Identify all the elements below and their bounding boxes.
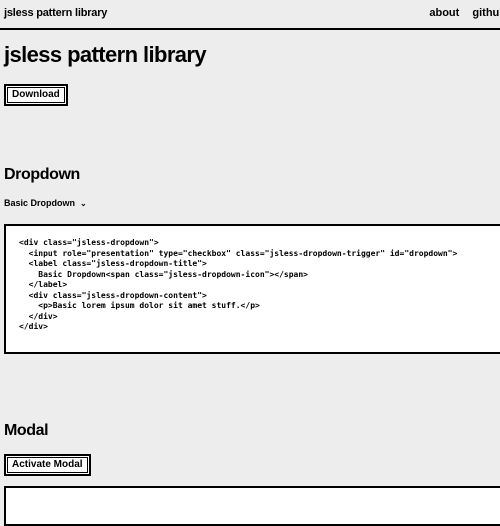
code-line: </div> <box>28 311 58 321</box>
nav-about-link[interactable]: about <box>429 7 459 19</box>
code-line: <div class="jsless-dropdown-content"> <box>28 290 207 300</box>
code-line: Basic Dropdown<span class="jsless-dropdo… <box>38 269 308 279</box>
code-line: <p>Basic lorem ipsum dolor sit amet stuf… <box>38 301 260 310</box>
top-nav: about github <box>419 7 500 19</box>
activate-modal-button[interactable]: Activate Modal <box>4 454 91 476</box>
chevron-down-icon: ⌄ <box>80 199 87 208</box>
code-sample: <div class="jsless-dropdown"> <input rol… <box>4 224 500 354</box>
basic-dropdown-trigger[interactable]: Basic Dropdown ⌄ <box>4 198 87 208</box>
page-title: jsless pattern library <box>4 42 207 67</box>
top-bar: jsless pattern library about github <box>0 0 500 30</box>
brand-link[interactable]: jsless pattern library <box>4 7 107 19</box>
dropdown-heading: Dropdown <box>4 166 80 183</box>
next-code-sample <box>4 486 500 526</box>
code-line: <input role="presentation" type="checkbo… <box>28 248 458 258</box>
code-line: <div class="jsless-dropdown"> <box>19 238 159 247</box>
download-button[interactable]: Download <box>4 84 68 106</box>
code-block: <div class="jsless-dropdown"> <input rol… <box>6 226 500 333</box>
nav-github-link[interactable]: github <box>472 7 500 19</box>
dropdown-trigger-label: Basic Dropdown <box>4 198 76 208</box>
modal-heading: Modal <box>4 422 49 439</box>
code-line: <label class="jsless-dropdown-title"> <box>28 259 207 268</box>
code-line: </div> <box>19 322 48 331</box>
code-line: </label> <box>28 280 68 289</box>
